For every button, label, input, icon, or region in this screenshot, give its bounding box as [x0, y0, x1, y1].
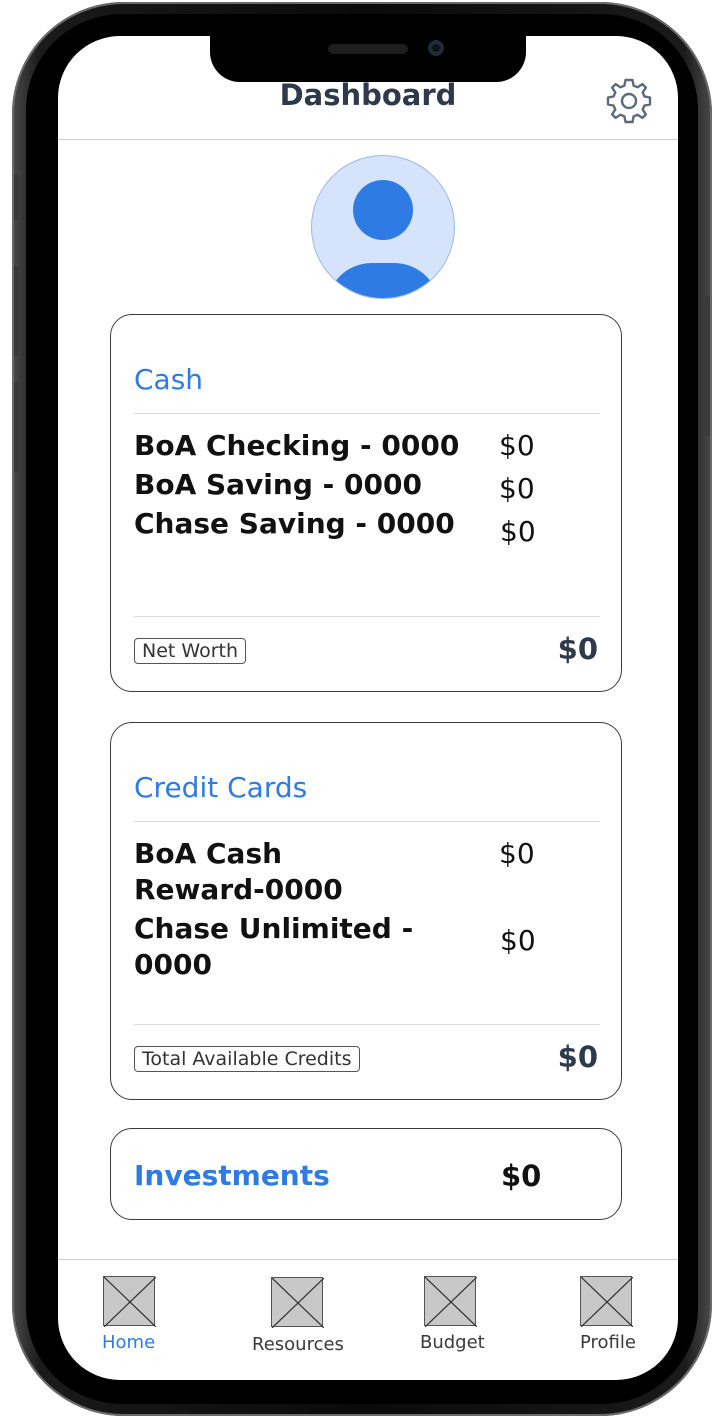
notch — [210, 36, 526, 82]
avatar-head — [353, 180, 413, 240]
speaker-grille — [328, 44, 408, 54]
header-divider — [58, 139, 678, 140]
account-amount: $0 — [500, 924, 536, 957]
user-avatar-icon[interactable] — [311, 155, 455, 299]
nav-divider — [58, 1259, 678, 1260]
account-name: BoA Saving - 0000 — [134, 468, 422, 501]
account-name: Chase Saving - 0000 — [134, 507, 455, 540]
cash-card[interactable]: Cash BoA Checking - 0000 $0 BoA Saving -… — [110, 314, 622, 692]
credit-cards-card[interactable]: Credit Cards BoA Cash Reward-0000 $0 Cha… — [110, 722, 622, 1100]
net-worth-label: Net Worth — [134, 638, 246, 664]
net-worth-amount: $0 — [557, 632, 598, 666]
card-divider — [134, 413, 600, 414]
investments-title: Investments — [134, 1159, 330, 1192]
resources-icon — [271, 1277, 324, 1328]
account-name: Reward-0000 — [134, 873, 343, 906]
account-name: Chase Unlimited - — [134, 912, 414, 945]
home-icon — [103, 1276, 156, 1327]
account-name: BoA Cash — [134, 837, 283, 870]
account-name: BoA Checking - 0000 — [134, 429, 460, 462]
cash-title: Cash — [134, 363, 204, 396]
card-divider — [134, 616, 600, 617]
investments-amount: $0 — [501, 1159, 542, 1193]
credit-cards-title: Credit Cards — [134, 771, 308, 804]
account-amount: $0 — [499, 429, 535, 462]
account-amount: $0 — [500, 515, 536, 548]
account-amount: $0 — [499, 837, 535, 870]
page-title: Dashboard — [279, 78, 457, 112]
avatar-body — [326, 263, 440, 298]
total-credits-amount: $0 — [557, 1040, 598, 1074]
nav-label: Home — [102, 1332, 156, 1353]
nav-label: Profile — [580, 1332, 636, 1353]
volume-up-button — [14, 266, 19, 356]
volume-down-button — [14, 382, 19, 472]
mute-switch — [14, 174, 19, 220]
card-divider — [134, 821, 600, 822]
nav-label: Resources — [252, 1334, 344, 1355]
account-name: 0000 — [134, 948, 212, 981]
power-button — [705, 296, 710, 436]
budget-icon — [424, 1276, 477, 1327]
profile-icon — [580, 1276, 633, 1327]
investments-card[interactable]: Investments $0 — [110, 1128, 622, 1220]
nav-label: Budget — [420, 1332, 485, 1353]
gear-icon[interactable] — [604, 76, 654, 126]
total-credits-label: Total Available Credits — [134, 1046, 360, 1072]
account-amount: $0 — [499, 472, 535, 505]
card-divider — [134, 1024, 600, 1025]
front-camera — [428, 40, 444, 56]
screen: Dashboard Cash BoA Checking - 0000 $0 Bo… — [58, 36, 678, 1380]
